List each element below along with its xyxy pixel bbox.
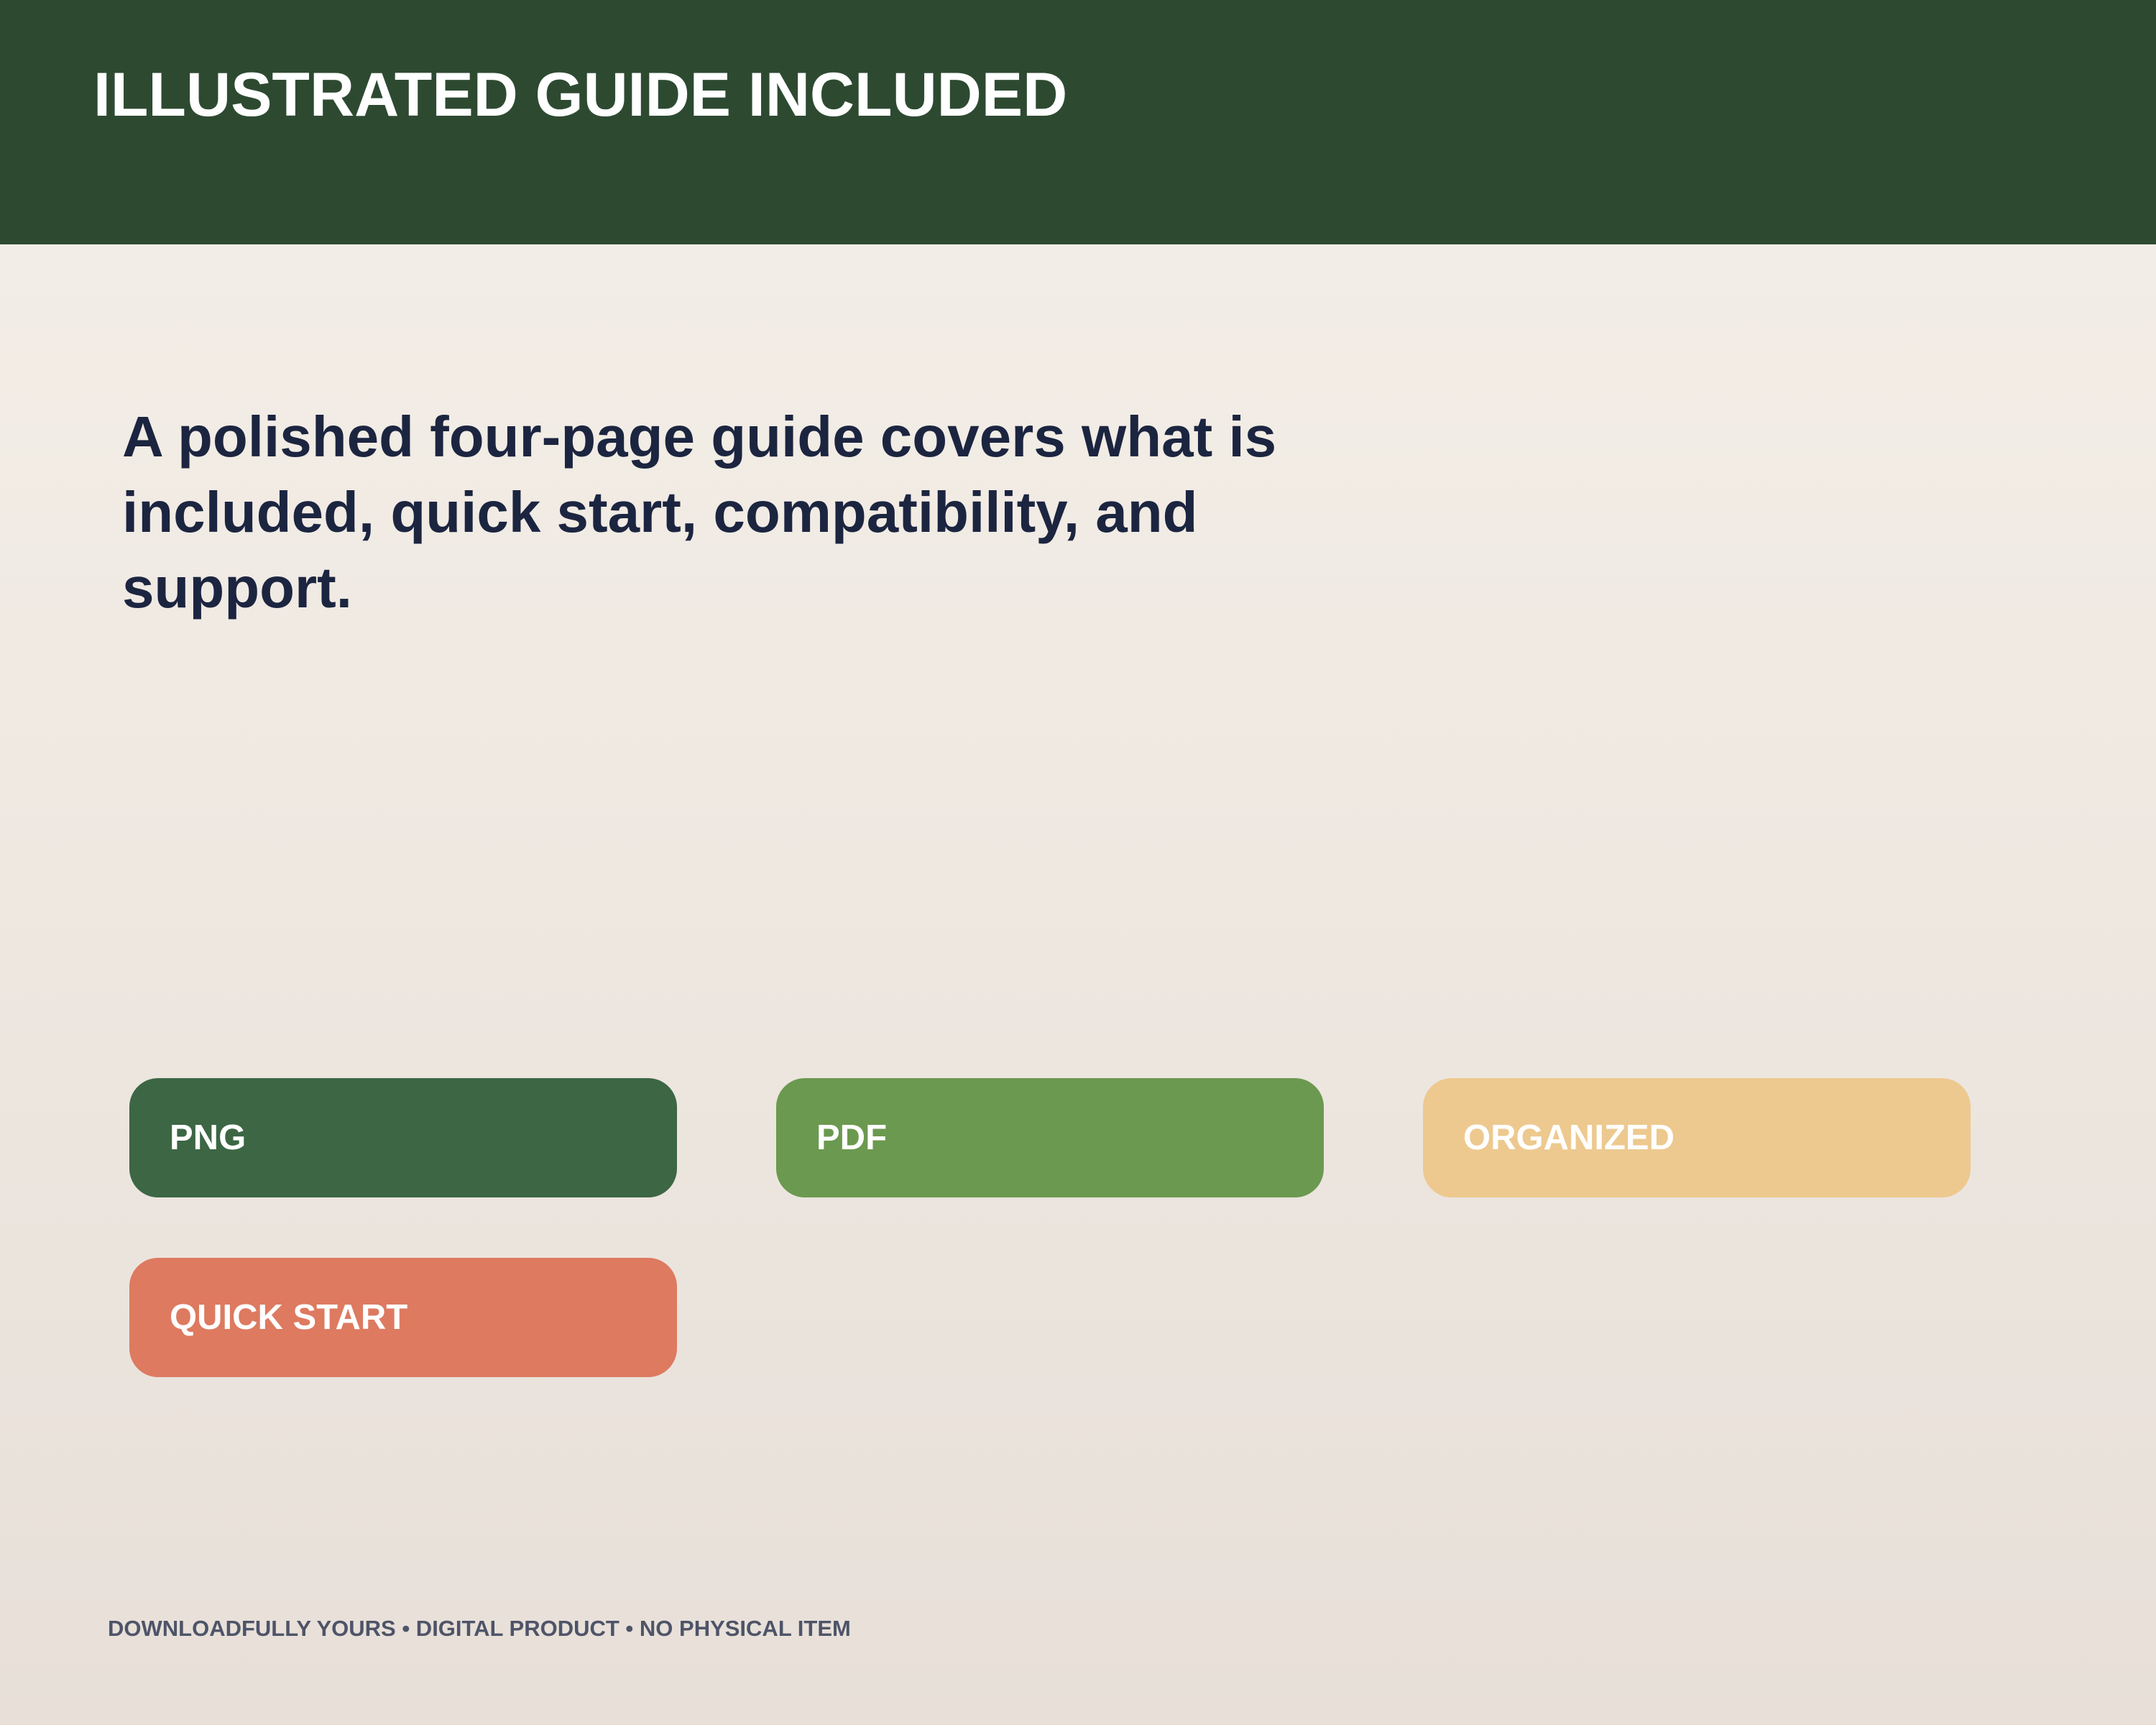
tag-organized: ORGANIZED: [1423, 1078, 1971, 1197]
tag-png-label: PNG: [170, 1118, 247, 1157]
tag-pdf: PDF: [776, 1078, 1324, 1197]
guide-description: A polished four-page guide covers what i…: [122, 405, 1277, 620]
tag-organized-label: ORGANIZED: [1463, 1118, 1674, 1157]
tag-pdf-label: PDF: [816, 1118, 887, 1157]
tag-quick-start: QUICK START: [129, 1258, 677, 1377]
header-banner: ILLUSTRATED GUIDE INCLUDED: [0, 0, 2156, 244]
footer-note: DOWNLOADFULLY YOURS • DIGITAL PRODUCT • …: [108, 1616, 851, 1641]
tag-quick-start-label: QUICK START: [170, 1298, 408, 1337]
tag-png: PNG: [129, 1078, 677, 1197]
page-title: ILLUSTRATED GUIDE INCLUDED: [93, 60, 1068, 129]
